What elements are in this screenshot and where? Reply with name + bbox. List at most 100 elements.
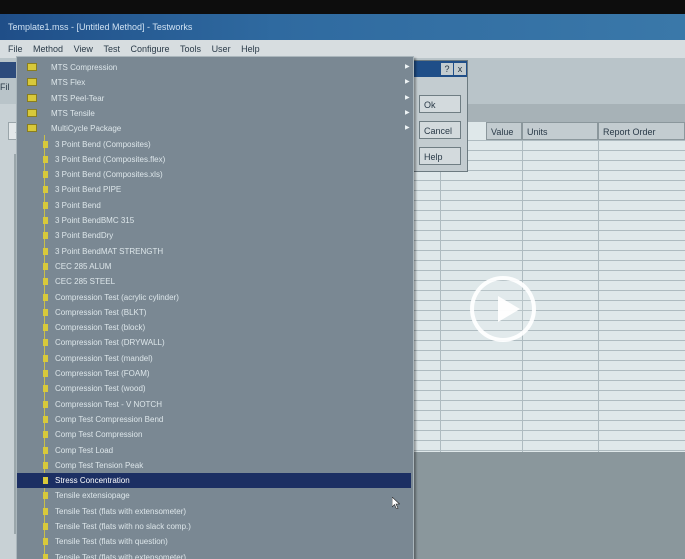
menu-item[interactable]: Compression Test (BLKT) bbox=[17, 305, 411, 320]
menu-item[interactable]: MTS Peel-Tear ▶ bbox=[17, 91, 411, 106]
document-icon bbox=[43, 477, 48, 485]
grid-row-line bbox=[410, 420, 685, 421]
menu-item[interactable]: Compression Test (FOAM) bbox=[17, 366, 411, 381]
menu-item[interactable]: Tensile Test (flats with extensometer) bbox=[17, 550, 411, 559]
document-icon bbox=[43, 293, 48, 301]
grid-row-line bbox=[410, 290, 685, 291]
empty-area bbox=[410, 452, 685, 559]
menu-item[interactable]: Compression Test - V NOTCH bbox=[17, 397, 411, 412]
close-icon[interactable]: x bbox=[454, 63, 466, 75]
submenu-arrow-icon: ▶ bbox=[405, 94, 410, 101]
menu-item-label: Tensile Test (flats with extensometer) bbox=[55, 552, 187, 559]
menu-item[interactable]: Comp Test Compression bbox=[17, 427, 411, 442]
menu-item[interactable]: Compression Test (mandel) bbox=[17, 351, 411, 366]
grid-column-line bbox=[440, 140, 441, 452]
folder-icon bbox=[27, 63, 37, 71]
screen: Template1.mss - [Untitled Method] - Test… bbox=[0, 14, 685, 559]
menu-item[interactable]: Compression Test (block) bbox=[17, 320, 411, 335]
document-icon bbox=[43, 507, 48, 515]
menu-item[interactable]: Tensile Test (flats with question) bbox=[17, 534, 411, 549]
dialog: ? x Ok Cancel Help bbox=[408, 60, 468, 172]
file-label: Fil bbox=[0, 82, 10, 92]
menu-item[interactable]: 3 Point BendBMC 315 bbox=[17, 213, 411, 228]
document-icon bbox=[43, 415, 48, 423]
cancel-button[interactable]: Cancel bbox=[419, 121, 461, 139]
menu-item[interactable]: Tensile Test (flats with no slack comp.) bbox=[17, 519, 411, 534]
document-icon bbox=[43, 247, 48, 255]
menu-item[interactable]: CEC 285 STEEL bbox=[17, 274, 411, 289]
menu-item-label: 3 Point BendBMC 315 bbox=[55, 216, 135, 225]
help-button[interactable]: Help bbox=[419, 147, 461, 165]
document-icon bbox=[43, 370, 48, 377]
menu-item-label: Compression Test (BLKT) bbox=[55, 307, 147, 317]
document-icon bbox=[43, 171, 48, 179]
document-icon bbox=[43, 354, 48, 362]
grid-row-line bbox=[410, 280, 685, 281]
menu-item-label: CEC 285 STEEL bbox=[55, 277, 116, 287]
menu-item[interactable]: Compression Test (wood) bbox=[17, 381, 411, 396]
menu-item[interactable]: 3 Point Bend (Composites.xls) bbox=[17, 167, 411, 182]
menu-item-label: CEC 285 ALUM bbox=[55, 261, 112, 271]
document-icon bbox=[43, 339, 48, 347]
column-header-units[interactable]: Units bbox=[522, 122, 598, 140]
document-icon bbox=[43, 155, 48, 163]
menu-item[interactable]: Tensile extensiopage bbox=[17, 488, 411, 503]
column-header-report-order[interactable]: Report Order bbox=[598, 122, 685, 140]
play-triangle bbox=[498, 296, 520, 322]
menu-item-label: Tensile Test (flats with no slack comp.) bbox=[55, 522, 191, 531]
menu-item[interactable]: MTS Flex ▶ bbox=[17, 75, 411, 90]
grid-row-line bbox=[410, 350, 685, 351]
menu-item[interactable]: Compression Test (acrylic cylinder) bbox=[17, 290, 411, 305]
template-menu: MTS Compression ▶ MTS Flex ▶ MTS Peel-Tear ▶ M… bbox=[16, 56, 414, 559]
document-icon bbox=[43, 538, 48, 546]
menu-item[interactable]: Comp Test Compression Bend bbox=[17, 412, 411, 427]
menu-item[interactable]: 3 Point Bend PIPE bbox=[17, 182, 411, 197]
menu-item-label: 3 Point Bend (Composites.flex) bbox=[55, 154, 166, 164]
menu-item[interactable]: 3 Point BendMAT STRENGTH bbox=[17, 244, 411, 259]
menu-item[interactable]: Comp Test Load bbox=[17, 443, 411, 458]
help-icon[interactable]: ? bbox=[441, 63, 453, 75]
submenu-arrow-icon: ▶ bbox=[405, 64, 410, 70]
menu-item-label: Compression Test (mandel) bbox=[55, 353, 153, 363]
column-header-value[interactable]: Value bbox=[486, 122, 522, 140]
menu-item[interactable]: Tensile Test (flats with extensometer) bbox=[17, 504, 411, 519]
document-icon bbox=[43, 232, 48, 240]
grid-row-line bbox=[410, 270, 685, 271]
submenu-arrow-icon: ▶ bbox=[405, 79, 410, 86]
menu-item-label: Tensile Test (flats with question) bbox=[55, 537, 168, 547]
grid-row-line bbox=[410, 400, 685, 401]
menu-item-label: MTS Tensile bbox=[51, 108, 95, 118]
menu-item[interactable]: 3 Point BendDry bbox=[17, 228, 411, 243]
menu-item-label: Tensile extensiopage bbox=[55, 491, 130, 501]
play-icon[interactable] bbox=[470, 276, 536, 342]
menu-item-label: Stress Concentration bbox=[55, 476, 130, 486]
grid-row-line bbox=[410, 200, 685, 201]
document-icon bbox=[43, 400, 48, 408]
menu-item-label: Compression Test (wood) bbox=[55, 384, 146, 394]
grid-row-line bbox=[410, 190, 685, 191]
document-icon bbox=[43, 324, 48, 332]
menu-item-label: 3 Point BendDry bbox=[55, 231, 114, 241]
menu-item[interactable]: 3 Point Bend (Composites.flex) bbox=[17, 152, 411, 167]
menu-item[interactable]: MTS Compression ▶ bbox=[17, 60, 411, 75]
menu-item[interactable]: 3 Point Bend bbox=[17, 198, 411, 213]
menu-item[interactable]: Stress Concentration bbox=[17, 473, 411, 489]
document-icon bbox=[43, 278, 48, 286]
menu-item-label: Compression Test (block) bbox=[55, 323, 146, 333]
menu-item-label: Compression Test (FOAM) bbox=[55, 369, 150, 378]
menu-item-label: Compression Test (acrylic cylinder) bbox=[55, 292, 179, 302]
document-icon bbox=[43, 140, 48, 148]
menu-item[interactable]: CEC 285 ALUM bbox=[17, 259, 411, 274]
grid-row-line bbox=[410, 180, 685, 181]
dialog-title-bar: ? x bbox=[409, 61, 467, 77]
menu-item[interactable]: MultiCycle Package ▶ bbox=[17, 121, 411, 136]
menu-item[interactable]: MTS Tensile ▶ bbox=[17, 106, 411, 121]
document-icon bbox=[43, 523, 48, 530]
menu-item[interactable]: 3 Point Bend (Composites) bbox=[17, 137, 411, 152]
menu-item[interactable]: Compression Test (DRYWALL) bbox=[17, 335, 411, 350]
menu-item-label: Comp Test Compression bbox=[55, 430, 143, 440]
ok-button[interactable]: Ok bbox=[419, 95, 461, 113]
grid-row-line bbox=[410, 450, 685, 451]
menu-item[interactable]: Comp Test Tension Peak bbox=[17, 458, 411, 473]
grid-row-line bbox=[410, 310, 685, 311]
